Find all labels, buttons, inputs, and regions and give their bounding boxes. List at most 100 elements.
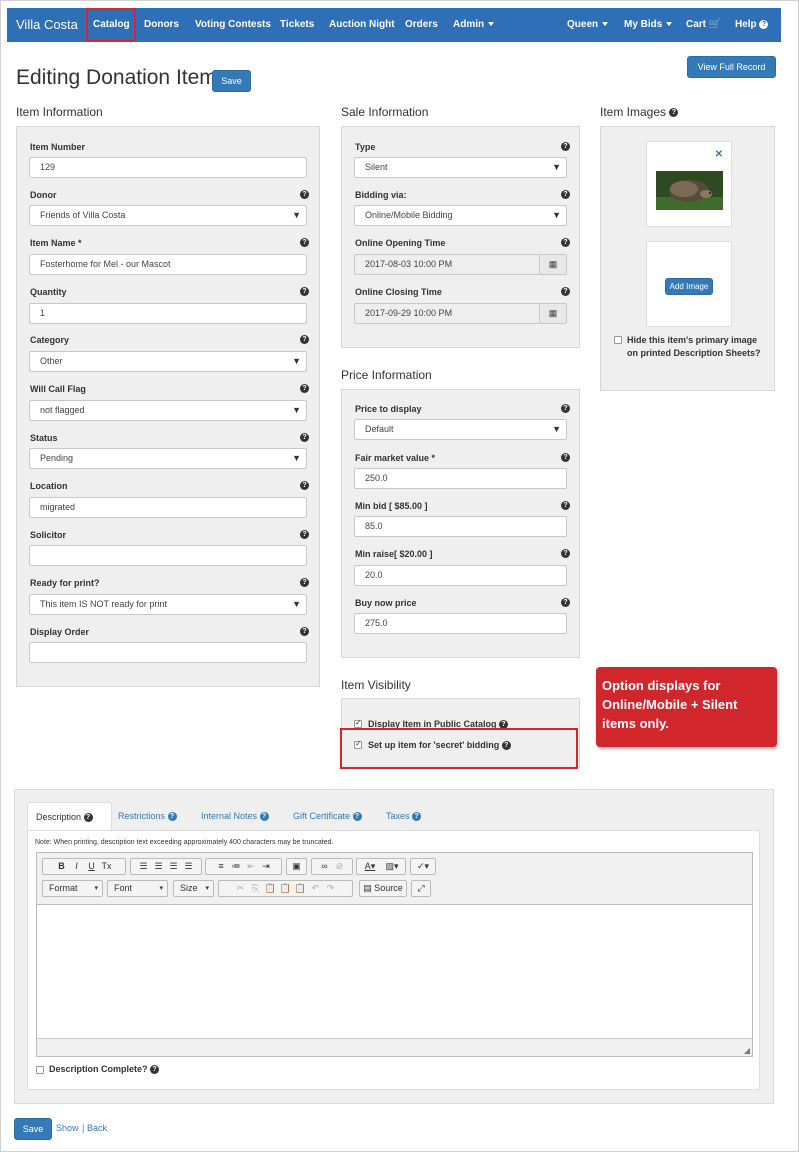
bidding-via-value: Online/Mobile Bidding	[365, 210, 453, 220]
nav-orders[interactable]: Orders	[405, 8, 438, 42]
nav-help[interactable]: Help ?	[735, 8, 769, 42]
clear-format-icon[interactable]: Tx	[99, 859, 114, 874]
nav-auction-night[interactable]: Auction Night	[329, 8, 395, 42]
secret-bidding-highlight-box	[340, 728, 578, 769]
paste-text-icon[interactable]: 📋	[278, 881, 293, 896]
tab-gift-certificate[interactable]: Gift Certificate ?	[285, 802, 370, 831]
link-icon[interactable]: ∞	[317, 859, 332, 874]
align-group: ☰ ☰ ☰ ☰	[130, 858, 202, 875]
donor-select[interactable]: Friends of Villa Costa ▼	[29, 205, 307, 226]
link-group: ∞ ⊘	[311, 858, 353, 875]
location-input[interactable]: migrated	[29, 497, 307, 518]
item-name-input[interactable]: Fosterhome for Mel - our Mascot	[29, 254, 307, 275]
nav-voting-contests[interactable]: Voting Contests	[195, 8, 271, 42]
align-center-icon[interactable]: ☰	[151, 859, 166, 874]
nav-donors[interactable]: Donors	[144, 8, 179, 42]
view-full-record-button[interactable]: View Full Record	[687, 56, 776, 78]
solicitor-input[interactable]	[29, 545, 307, 566]
source-button[interactable]: ▤ Source	[359, 880, 407, 897]
underline-icon[interactable]: U	[84, 859, 99, 874]
hide-primary-image-checkbox[interactable]	[614, 336, 622, 344]
price-to-display-select[interactable]: Default ▼	[354, 419, 567, 440]
align-right-icon[interactable]: ☰	[166, 859, 181, 874]
show-link[interactable]: Show	[56, 1123, 79, 1133]
format-dropdown[interactable]: Format ▾	[42, 880, 103, 897]
status-select[interactable]: Pending ▼	[29, 448, 307, 469]
help-icon: ?	[83, 813, 93, 823]
resize-handle-icon[interactable]: ◢	[744, 1046, 750, 1055]
description-complete-checkbox[interactable]	[36, 1066, 44, 1074]
spellcheck-button[interactable]: ✓▾	[410, 858, 436, 875]
brand-link[interactable]: Villa Costa	[16, 8, 78, 42]
tab-taxes[interactable]: Taxes ?	[378, 802, 429, 831]
nav-cart[interactable]: Cart 🛒	[686, 8, 721, 42]
tab-gift-certificate-label: Gift Certificate	[293, 811, 351, 821]
min-bid-input[interactable]: 85.0	[354, 516, 567, 537]
save-button-top[interactable]: Save	[212, 70, 251, 92]
size-label: Size	[180, 883, 198, 893]
cut-icon[interactable]: ✂	[233, 881, 248, 896]
editor-body[interactable]	[37, 904, 752, 1039]
copy-icon[interactable]: ⎘	[248, 881, 263, 896]
image-button[interactable]: ▣	[286, 858, 307, 875]
opening-time-value: 2017-08-03 10:00 PM	[365, 259, 453, 269]
paste-icon[interactable]: 📋	[263, 881, 278, 896]
opening-time-label: Online Opening Time	[355, 238, 446, 248]
ready-for-print-select[interactable]: This item IS NOT ready for print ▼	[29, 594, 307, 615]
italic-icon[interactable]: I	[69, 859, 84, 874]
bold-icon[interactable]: B	[54, 859, 69, 874]
tab-internal-notes[interactable]: Internal Notes ?	[193, 802, 277, 831]
numbered-list-icon[interactable]: ≡	[214, 859, 229, 874]
nav-admin-label: Admin	[453, 19, 485, 30]
nav-tickets[interactable]: Tickets	[280, 8, 314, 42]
chevron-down-icon: ▾	[159, 885, 163, 892]
price-information-heading: Price Information	[341, 368, 432, 382]
fair-market-input[interactable]: 250.0	[354, 468, 567, 489]
save-button-bottom[interactable]: Save	[14, 1118, 52, 1140]
tab-restrictions[interactable]: Restrictions ?	[110, 802, 185, 831]
public-catalog-checkbox[interactable]	[354, 718, 362, 728]
text-color-icon[interactable]: A▾	[359, 859, 381, 874]
closing-time-input[interactable]: 2017-09-29 10:00 PM ▦	[354, 303, 567, 324]
help-icon: ?	[412, 812, 422, 822]
unlink-icon[interactable]: ⊘	[332, 859, 347, 874]
buy-now-input[interactable]: 275.0	[354, 613, 567, 634]
outdent-icon[interactable]: ⇤	[244, 859, 259, 874]
category-label: Category	[30, 335, 70, 345]
chevron-down-icon: ▾	[94, 885, 98, 892]
help-icon: ?	[352, 812, 362, 822]
bullet-list-icon[interactable]: ≔	[229, 859, 244, 874]
help-icon: ?	[561, 190, 570, 199]
bidding-via-select[interactable]: Online/Mobile Bidding ▼	[354, 205, 567, 226]
remove-image-icon[interactable]: ✕	[715, 149, 723, 160]
add-image-button[interactable]: Add Image	[665, 278, 713, 295]
indent-icon[interactable]: ⇥	[259, 859, 274, 874]
type-select[interactable]: Silent ▼	[354, 157, 567, 178]
calendar-icon[interactable]: ▦	[539, 255, 566, 274]
align-left-icon[interactable]: ☰	[136, 859, 151, 874]
paste-word-icon[interactable]: 📋	[293, 881, 308, 896]
undo-icon[interactable]: ↶	[308, 881, 323, 896]
display-order-input[interactable]	[29, 642, 307, 663]
font-dropdown[interactable]: Font ▾	[107, 880, 168, 897]
dropdown-arrow-icon: ▼	[292, 453, 301, 463]
nav-admin[interactable]: Admin	[453, 8, 495, 42]
min-raise-input[interactable]: 20.0	[354, 565, 567, 586]
redo-icon[interactable]: ↷	[323, 881, 338, 896]
back-link[interactable]: Back	[87, 1123, 107, 1133]
nav-my-bids[interactable]: My Bids	[624, 8, 673, 42]
will-call-select[interactable]: not flagged ▼	[29, 400, 307, 421]
nav-user-queen[interactable]: Queen	[567, 8, 609, 42]
size-dropdown[interactable]: Size ▾	[173, 880, 214, 897]
tab-description[interactable]: Description ?	[27, 802, 112, 831]
item-number-input[interactable]: 129	[29, 157, 307, 178]
quantity-input[interactable]: 1	[29, 303, 307, 324]
category-select[interactable]: Other ▼	[29, 351, 307, 372]
align-justify-icon[interactable]: ☰	[181, 859, 196, 874]
item-images-heading: Item Images ?	[600, 105, 679, 119]
calendar-icon[interactable]: ▦	[539, 304, 566, 323]
opening-time-input[interactable]: 2017-08-03 10:00 PM ▦	[354, 254, 567, 275]
maximize-button[interactable]: ⤢	[411, 880, 431, 897]
type-value: Silent	[365, 162, 388, 172]
background-color-icon[interactable]: ▨▾	[381, 859, 403, 874]
